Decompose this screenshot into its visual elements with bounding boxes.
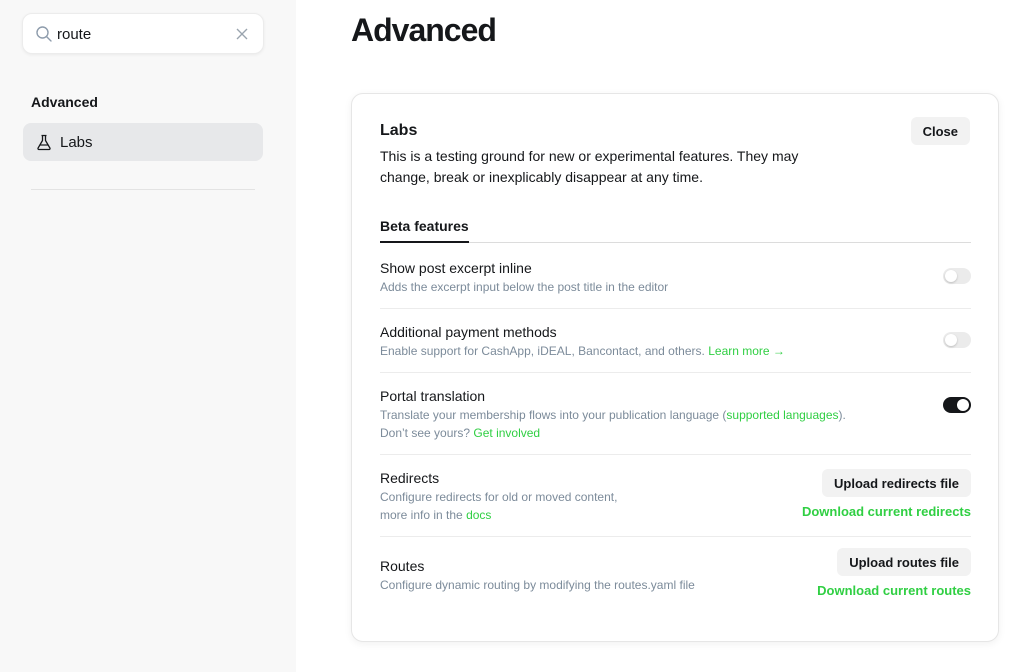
learn-more-link[interactable]: Learn more →: [708, 344, 785, 358]
sidebar-section-heading: Advanced: [31, 94, 98, 110]
search-input[interactable]: [57, 24, 237, 44]
upload-redirects-button[interactable]: Upload redirects file: [822, 469, 971, 497]
portal-translation-toggle[interactable]: [943, 397, 971, 413]
download-routes-link[interactable]: Download current routes: [817, 583, 971, 598]
feature-description-line2: Don’t see yours? Get involved: [380, 424, 971, 442]
toggle-knob: [945, 270, 957, 282]
desc-text: Translate your membership flows into you…: [380, 408, 727, 422]
payment-methods-toggle[interactable]: [943, 332, 971, 348]
tab-bar: Beta features: [380, 214, 971, 243]
download-redirects-link[interactable]: Download current redirects: [802, 504, 971, 519]
page-title: Advanced: [351, 12, 497, 48]
feature-description: Adds the excerpt input below the post ti…: [380, 280, 669, 294]
search-box[interactable]: [22, 13, 264, 54]
feature-description: Translate your membership flows into you…: [380, 406, 971, 424]
upload-routes-button[interactable]: Upload routes file: [837, 548, 971, 576]
get-involved-link[interactable]: Get involved: [473, 426, 540, 440]
labs-description: This is a testing ground for new or expe…: [380, 148, 799, 185]
feature-row-payment-methods: Additional payment methods Enable suppor…: [380, 322, 971, 362]
close-button[interactable]: Close: [910, 117, 970, 145]
clear-search-icon[interactable]: [235, 27, 249, 41]
sidebar-item-labs[interactable]: Labs: [23, 123, 263, 161]
row-divider: [380, 454, 971, 455]
labs-card: Labs This is a testing ground for new or…: [351, 93, 999, 642]
redirects-row: Redirects Configure redirects for old or…: [380, 468, 971, 528]
flask-icon: [37, 134, 51, 150]
sidebar-item-label: Labs: [60, 133, 93, 151]
feature-title: Show post excerpt inline: [380, 260, 532, 276]
row-divider: [380, 536, 971, 537]
labs-title: Labs: [380, 122, 418, 139]
desc-text: ).: [838, 408, 846, 422]
routes-row: Routes Configure dynamic routing by modi…: [380, 548, 971, 606]
feature-title: Portal translation: [380, 388, 486, 404]
docs-link[interactable]: docs: [466, 508, 491, 522]
feature-row-post-excerpt: Show post excerpt inline Adds the excerp…: [380, 258, 971, 298]
sidebar-divider: [31, 189, 255, 190]
feature-title: Additional payment methods: [380, 324, 557, 340]
search-icon: [36, 26, 52, 42]
supported-languages-link[interactable]: supported languages: [726, 408, 838, 422]
tab-beta-features[interactable]: Beta features: [380, 218, 469, 243]
toggle-knob: [957, 399, 969, 411]
feature-row-portal-translation: Portal translation Translate your member…: [380, 386, 971, 442]
row-divider: [380, 372, 971, 373]
feature-description-text: Enable support for CashApp, iDEAL, Banco…: [380, 344, 705, 358]
sidebar: Advanced Labs: [0, 0, 296, 672]
post-excerpt-toggle[interactable]: [943, 268, 971, 284]
desc-text: more info in the: [380, 508, 463, 522]
row-divider: [380, 308, 971, 309]
toggle-knob: [945, 334, 957, 346]
desc-text: Don’t see yours?: [380, 426, 471, 440]
feature-description: Enable support for CashApp, iDEAL, Banco…: [380, 342, 971, 360]
